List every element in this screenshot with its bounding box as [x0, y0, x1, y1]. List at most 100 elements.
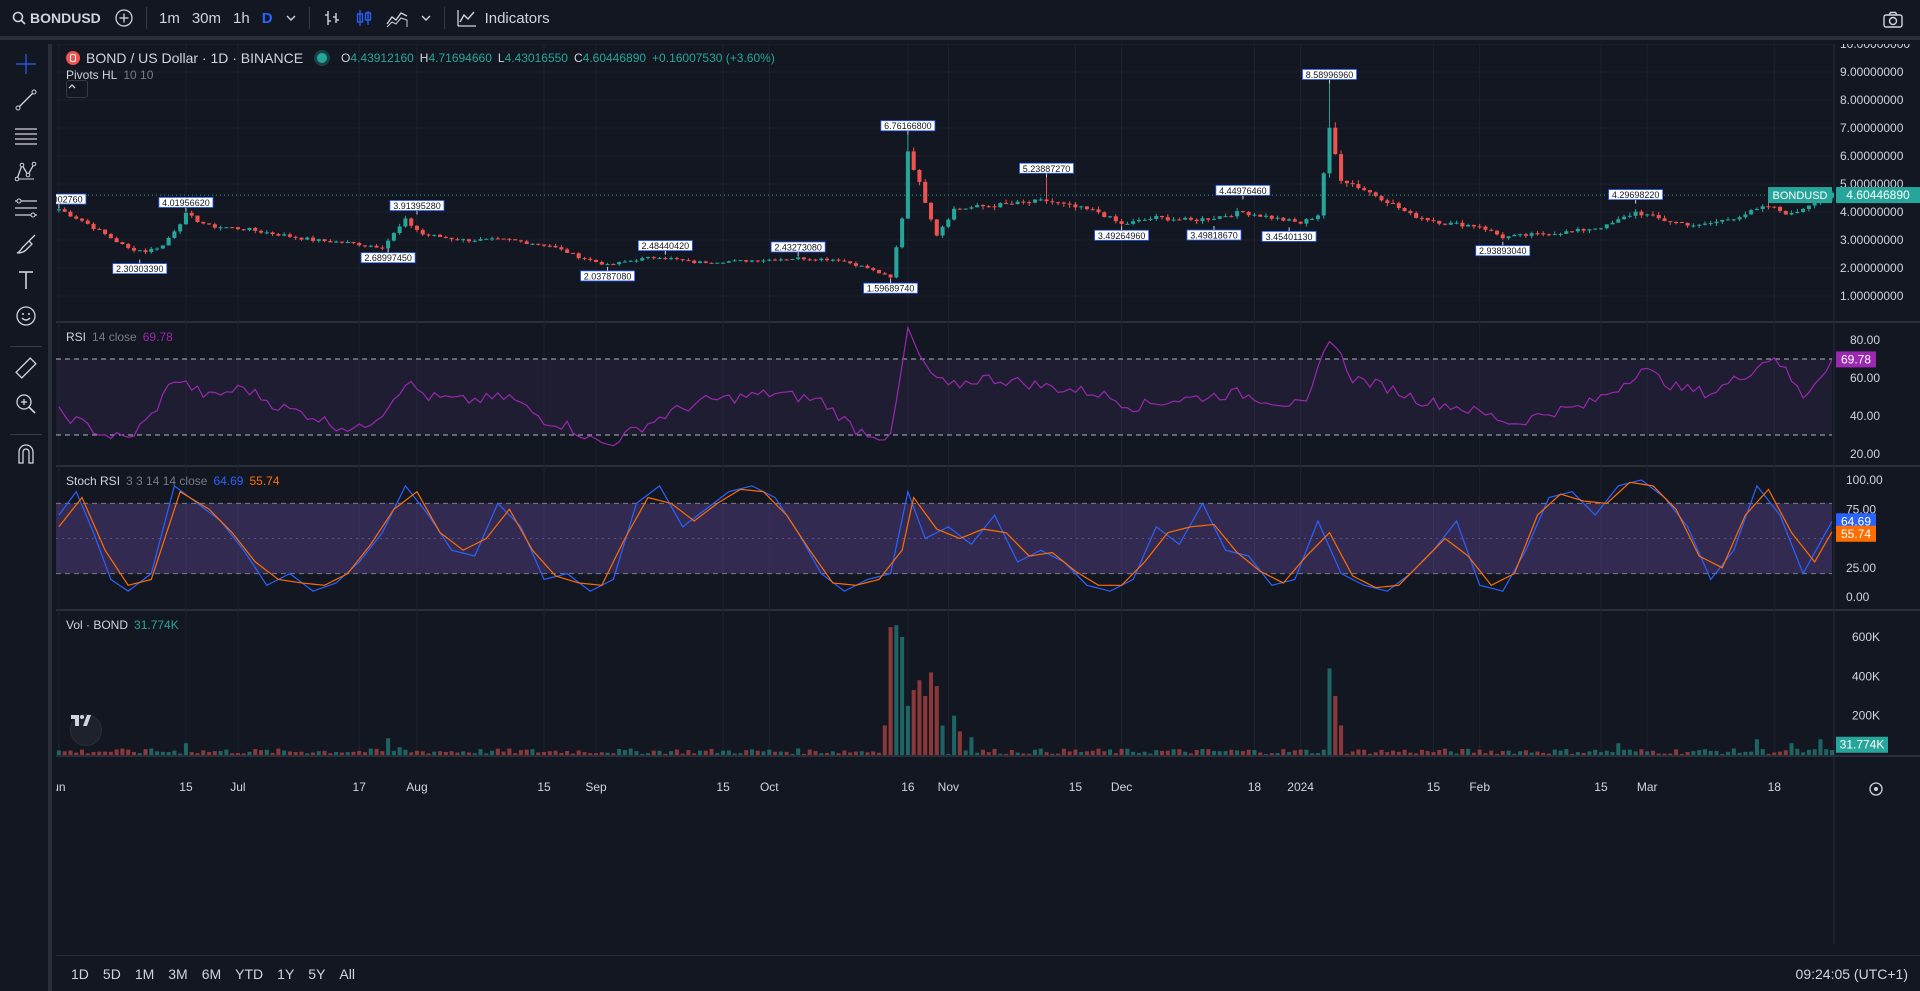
- pivot-label: 4.44976460: [1219, 186, 1267, 196]
- volume-bar: [397, 747, 402, 755]
- candle: [1154, 215, 1159, 220]
- volume-bar: [1708, 750, 1713, 755]
- candle: [1806, 205, 1811, 209]
- range-5y[interactable]: 5Y: [301, 966, 332, 982]
- volume-bar: [287, 751, 292, 755]
- brush-tool[interactable]: [12, 230, 40, 258]
- text-tool[interactable]: [12, 266, 40, 294]
- candle: [1056, 202, 1061, 204]
- candle: [784, 259, 789, 261]
- stoch-params: 3 3 14 14 close: [126, 474, 208, 488]
- indicators-button[interactable]: Indicators: [451, 2, 556, 34]
- volume-bar: [391, 750, 396, 755]
- candle: [1414, 213, 1419, 218]
- candle: [1443, 223, 1448, 225]
- range-6m[interactable]: 6M: [195, 966, 228, 982]
- candle: [697, 261, 703, 264]
- candle: [305, 237, 310, 240]
- volume-bar: [449, 751, 454, 755]
- range-1d[interactable]: 1D: [64, 966, 96, 982]
- volume-bar: [645, 753, 651, 755]
- candle: [362, 245, 368, 247]
- volume-bar: [172, 750, 177, 755]
- compare-symbol-button[interactable]: [108, 2, 140, 34]
- candle: [149, 248, 154, 252]
- volume-bar: [1622, 749, 1627, 755]
- collapse-legend-button[interactable]: [66, 80, 88, 98]
- trendline-tool[interactable]: [12, 86, 40, 114]
- candle: [848, 261, 853, 264]
- candle: [218, 227, 223, 229]
- volume-bar: [709, 748, 714, 755]
- range-ytd[interactable]: YTD: [228, 966, 270, 982]
- candle: [1402, 208, 1407, 212]
- chart-area[interactable]: 4.14002760 4.01956620 3.91395280 2.30303390…: [56, 44, 1920, 944]
- chart-title[interactable]: BOND / US Dollar · 1D · BINANCE: [86, 50, 303, 66]
- crosshair-tool[interactable]: [12, 50, 40, 78]
- volume-bar: [1096, 748, 1101, 755]
- candle-style-button[interactable]: [348, 2, 380, 34]
- interval-1d[interactable]: D: [256, 2, 279, 34]
- volume-bar: [715, 753, 720, 755]
- zoom-tool[interactable]: [12, 390, 40, 418]
- pattern-tool[interactable]: [12, 158, 40, 186]
- candle: [1731, 219, 1736, 221]
- volume-bar: [270, 752, 275, 755]
- interval-1h[interactable]: 1h: [227, 2, 256, 34]
- candle: [1350, 183, 1355, 185]
- candle: [351, 241, 356, 244]
- volume-bar: [848, 752, 853, 755]
- lines-tool[interactable]: [12, 122, 40, 150]
- bar-style-button[interactable]: [316, 2, 348, 34]
- emoji-tool[interactable]: [12, 302, 40, 330]
- stoch-legend[interactable]: Stoch RSI 3 3 14 14 close 64.69 55.74: [66, 474, 280, 488]
- range-3m[interactable]: 3M: [161, 966, 194, 982]
- area-style-button[interactable]: [380, 2, 414, 34]
- volume-bar: [235, 753, 240, 755]
- candle: [1090, 209, 1095, 211]
- range-5d[interactable]: 5D: [96, 966, 128, 982]
- range-1y[interactable]: 1Y: [270, 966, 301, 982]
- chart-style-dropdown[interactable]: [414, 2, 438, 34]
- snapshot-button[interactable]: [1876, 4, 1910, 36]
- range-1m[interactable]: 1M: [128, 966, 161, 982]
- volume-bar: [1425, 750, 1430, 755]
- chevron-down-icon: [286, 15, 296, 21]
- measure-tool[interactable]: [12, 354, 40, 382]
- candle: [1610, 222, 1615, 225]
- interval-1m[interactable]: 1m: [153, 2, 186, 34]
- candle: [1136, 219, 1141, 222]
- fib-tool[interactable]: [12, 194, 40, 222]
- volume-bar: [345, 752, 350, 755]
- volume-legend[interactable]: Vol · BOND 31.774K: [66, 618, 179, 632]
- candle: [980, 205, 986, 207]
- chart-canvas[interactable]: 4.14002760 4.01956620 3.91395280 2.30303390…: [56, 44, 1920, 944]
- volume-bar: [276, 748, 281, 755]
- range-all[interactable]: All: [332, 966, 362, 982]
- rsi-legend[interactable]: RSI 14 close 69.78: [66, 330, 173, 344]
- interval-30m[interactable]: 30m: [186, 2, 227, 34]
- trendline-icon: [15, 89, 37, 111]
- time-axis-settings-icon[interactable]: [1869, 782, 1883, 796]
- candle: [894, 247, 899, 278]
- high-value: 4.71694660: [428, 51, 492, 65]
- open-label: O: [341, 51, 351, 65]
- symbol-search-button[interactable]: BONDUSD: [0, 2, 108, 34]
- volume-bar: [1581, 752, 1586, 755]
- volume-bar: [674, 749, 679, 755]
- magnet-tool[interactable]: [12, 440, 40, 468]
- candle: [1448, 222, 1453, 225]
- candle: [1466, 224, 1471, 227]
- interval-dropdown[interactable]: [279, 2, 303, 34]
- volume-bar: [1298, 749, 1303, 755]
- volume-bar: [1737, 752, 1742, 755]
- volume-bar: [1321, 749, 1326, 755]
- candle: [998, 203, 1003, 208]
- volume-bar: [1731, 748, 1736, 755]
- candle: [85, 220, 90, 224]
- candle: [1362, 188, 1367, 191]
- tradingview-logo[interactable]: [70, 714, 102, 746]
- timezone-clock[interactable]: 09:24:05 (UTC+1): [1796, 966, 1908, 982]
- volume-bar: [599, 752, 604, 755]
- volume-bar: [230, 753, 235, 755]
